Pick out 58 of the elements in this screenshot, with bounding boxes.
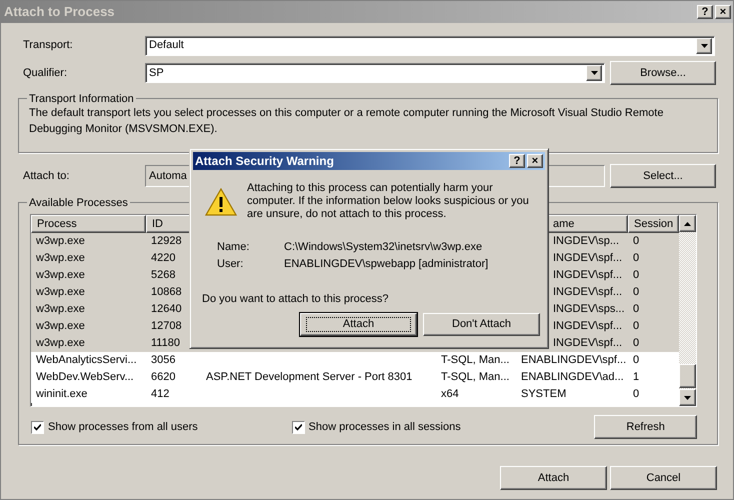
table-cell-text: 412 xyxy=(151,387,170,402)
table-cell-text: 0 xyxy=(633,302,640,318)
detail-label: Name: xyxy=(217,241,250,254)
table-cell-text: 0 xyxy=(633,285,640,300)
table-cell-text: w3wp.exe xyxy=(36,285,85,300)
table-cell-text: ENABLINGDEV\spf... xyxy=(521,353,626,368)
checkbox-label: Show processes in all sessions xyxy=(308,420,461,435)
table-cell-text: x64 xyxy=(441,387,459,402)
checkbox-label: Show processes from all users xyxy=(48,420,198,435)
table-cell-text: 0 xyxy=(633,353,640,368)
table-cell-text: INGDEV\spf... xyxy=(553,336,622,352)
table-cell-text: WebDev.WebServ... xyxy=(36,370,134,386)
table-cell-text: 12928 xyxy=(151,234,182,250)
table-cell-text: T-SQL, Man... xyxy=(441,353,510,368)
table-cell-text: ASP.NET Development Server - Port 8301 xyxy=(206,370,412,386)
table-cell-text: w3wp.exe xyxy=(36,234,85,250)
table-cell-text: w3wp.exe xyxy=(36,268,85,284)
question-text: Do you want to attach to this process? xyxy=(201,292,390,307)
table-cell-text: 5268 xyxy=(151,268,176,284)
table-cell-text: 10868 xyxy=(151,285,182,300)
table-cell-text: w3wp.exe xyxy=(36,302,85,318)
table-cell-text: INGDEV\spf... xyxy=(553,319,622,334)
detail-value: C:\Windows\System32\inetsrv\w3wp.exe xyxy=(284,241,482,254)
table-cell-text: wininit.exe xyxy=(36,387,88,402)
table-cell-text: 6620 xyxy=(151,370,176,386)
table-cell-text: SYSTEM xyxy=(521,387,566,402)
info-text: The default transport lets you select processes on this computer or a remote computer running the Microsoft Visual Studio Remote Debugging Monitor (MSVSMON.EXE). xyxy=(29,106,664,137)
table-cell-text: 0 xyxy=(633,234,640,250)
table-cell-text: 3056 xyxy=(151,353,176,368)
table-cell-text: w3wp.exe xyxy=(36,336,85,352)
table-cell-text: INGDEV\spf... xyxy=(553,251,622,266)
table-cell-text: INGDEV\spf... xyxy=(553,268,622,284)
table-cell-text: WebAnalyticsServi... xyxy=(36,353,137,368)
table-cell-text: INGDEV\spf... xyxy=(553,285,622,300)
table-cell-text: INGDEV\sps... xyxy=(553,302,625,318)
table-cell-text: 1 xyxy=(633,370,640,386)
field-label: Transport: xyxy=(22,38,74,54)
window-title: Attach to Process xyxy=(4,3,115,22)
table-cell-text: 0 xyxy=(633,387,640,402)
table-cell-text: T-SQL, Man... xyxy=(441,370,510,386)
table-cell-text: 12640 xyxy=(151,302,182,318)
table-cell-text: 0 xyxy=(633,268,640,284)
table-cell-text: INGDEV\sp... xyxy=(553,234,620,250)
table-cell-text: 0 xyxy=(633,251,640,266)
table-cell-text: 0 xyxy=(633,336,640,352)
table-cell-text: 0 xyxy=(633,319,640,334)
detail-label: User: xyxy=(217,258,244,271)
table-cell-text: 4220 xyxy=(151,251,176,266)
field-label: Attach to: xyxy=(22,168,70,184)
field-label: Qualifier: xyxy=(22,66,68,81)
table-cell-text: 12708 xyxy=(151,319,182,334)
table-cell-text: 11180 xyxy=(151,336,180,352)
table-cell-text: w3wp.exe xyxy=(36,251,85,266)
group-title: Transport Information xyxy=(27,91,136,108)
detail-value: ENABLINGDEV\spwebapp [administrator] xyxy=(284,258,488,271)
table-cell-text: ENABLINGDEV\ad... xyxy=(521,370,624,386)
dialog-title: Attach Security Warning xyxy=(195,153,334,170)
table-cell-text: w3wp.exe xyxy=(36,319,85,334)
